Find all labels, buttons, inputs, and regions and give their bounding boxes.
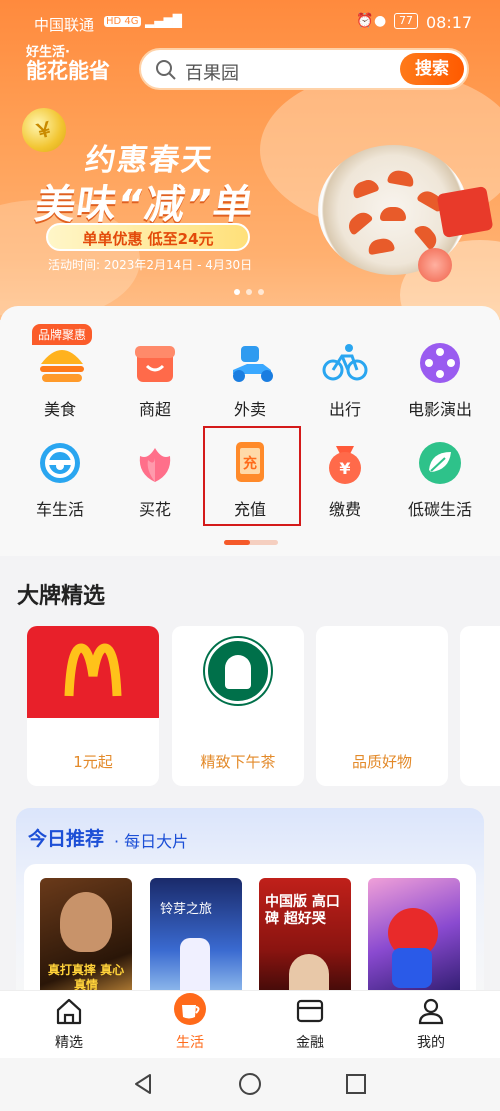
grid-item-supermarket[interactable]: 商超: [105, 340, 205, 420]
grid-label: 美食: [43, 400, 76, 419]
grid-label: 商超: [138, 400, 171, 419]
coffee-cup-icon: [173, 992, 207, 1026]
brand-card-label: 精致下午茶: [200, 753, 276, 771]
promo-date: 活动时间: 2023年2月14日 - 4月30日: [48, 258, 253, 272]
movie-poster[interactable]: [368, 878, 460, 998]
banner-dot: [246, 289, 252, 295]
brands-section-title: 大牌精选: [17, 584, 106, 609]
system-navigation-bar: [0, 1058, 500, 1111]
svg-text:¥: ¥: [339, 459, 350, 478]
brand-slogan: 好生活· 能花能省: [26, 45, 110, 84]
network-badge: HD 4G: [104, 16, 141, 27]
scooter-icon: [227, 340, 273, 386]
grapefruit-decoration: [418, 248, 452, 282]
grid-item-low-carbon[interactable]: 低碳生活: [390, 440, 490, 520]
grid-label: 低碳生活: [407, 500, 472, 519]
promo-discount-pill: 单单优惠 低至24元: [46, 223, 250, 251]
mcdonalds-logo: [27, 626, 159, 718]
poster-caption: 真打真摔 真心真情: [47, 963, 125, 992]
poster-caption: 铃芽之旅: [160, 902, 213, 917]
movie-poster[interactable]: 铃芽之旅: [150, 878, 242, 998]
recommend-title: 今日推荐: [28, 828, 105, 850]
tab-featured[interactable]: 精选: [29, 996, 109, 1052]
brand-card-partial[interactable]: [460, 626, 500, 786]
promo-headline: 美味“减”单: [32, 182, 258, 228]
tab-mine[interactable]: 我的: [391, 996, 471, 1052]
grid-label: 外卖: [233, 400, 266, 419]
banner-dot: [234, 289, 240, 295]
grid-label: 电影演出: [407, 400, 472, 419]
clock-text: 08:17: [426, 13, 473, 32]
brand-card-label: 1元起: [73, 753, 113, 771]
flower-icon: [132, 440, 178, 486]
burger-icon: [37, 340, 84, 386]
user-icon: [416, 996, 446, 1026]
search-button[interactable]: 搜索: [400, 53, 464, 85]
grid-item-bills[interactable]: ¥ 缴费: [295, 440, 395, 520]
carrier-text: 中国联通: [34, 16, 95, 34]
grid-item-delivery[interactable]: 外卖: [200, 340, 300, 420]
search-bar[interactable]: 百果园 搜索: [139, 48, 469, 90]
signal-icon: ▂▄▆█: [145, 14, 182, 28]
poster-caption: 中国版 高口碑 超好哭: [265, 894, 340, 927]
movie-poster[interactable]: 真打真摔 真心真情: [40, 878, 132, 998]
grid-item-food[interactable]: 美食: [10, 340, 110, 420]
grid-item-travel[interactable]: 出行: [295, 340, 395, 420]
coin-icon: ￥: [17, 103, 71, 157]
tab-label: 精选: [55, 1035, 83, 1051]
top-up-highlight-frame: [203, 426, 301, 526]
grid-label: 出行: [328, 400, 361, 419]
grid-label: 缴费: [328, 500, 361, 519]
tab-label: 金融: [296, 1035, 324, 1051]
movie-poster[interactable]: 中国版 高口碑 超好哭: [259, 878, 351, 998]
grid-page-indicator: [224, 540, 278, 545]
recents-icon[interactable]: [345, 1073, 367, 1095]
home-icon: [54, 996, 84, 1026]
tab-label: 我的: [417, 1035, 445, 1051]
film-reel-icon: [417, 340, 463, 386]
brand-card-label: 品质好物: [351, 753, 412, 771]
steering-wheel-icon: [37, 440, 83, 486]
alarm-icon: ⏰: [356, 13, 374, 29]
banner-dot: [258, 289, 264, 295]
status-bar: 中国联通 HD 4G ▂▄▆█ ⏰ ● 77 08:17: [0, 0, 500, 44]
tab-life[interactable]: 生活: [150, 993, 230, 1052]
grid-page-indicator-active: [224, 540, 250, 545]
brand-slogan-line1: 好生活·: [26, 45, 70, 60]
money-bag-icon: ¥: [322, 440, 368, 486]
bicycle-icon: [322, 340, 368, 386]
brand-card-starbucks[interactable]: 精致下午茶: [172, 626, 304, 786]
tab-finance[interactable]: 金融: [270, 996, 350, 1052]
starbucks-logo: [205, 638, 271, 704]
grid-item-flowers[interactable]: 买花: [105, 440, 205, 520]
grid-label: 车生活: [35, 500, 84, 519]
banner-indicator: [234, 280, 270, 295]
brand-card-quality[interactable]: 品质好物: [316, 626, 448, 786]
card-icon: [295, 996, 325, 1026]
brand-slogan-line2: 能花能省: [26, 59, 110, 84]
grid-item-car-life[interactable]: 车生活: [10, 440, 110, 520]
location-icon: ●: [374, 13, 387, 29]
recommend-subtitle: · 每日大片: [114, 832, 189, 851]
red-gift-decoration: [436, 185, 494, 239]
battery-icon: 77: [394, 13, 418, 29]
search-icon: [156, 60, 176, 80]
home-circle-icon[interactable]: [238, 1072, 262, 1096]
grid-label: 买花: [138, 500, 171, 519]
brand-card-mcdonalds[interactable]: 1元起: [27, 626, 159, 786]
store-icon: [132, 340, 178, 386]
grid-item-movies[interactable]: 电影演出: [390, 340, 490, 420]
tab-label: 生活: [176, 1035, 204, 1051]
leaf-icon: [417, 440, 463, 486]
back-icon[interactable]: [132, 1072, 154, 1096]
search-input[interactable]: 百果园: [185, 59, 239, 85]
